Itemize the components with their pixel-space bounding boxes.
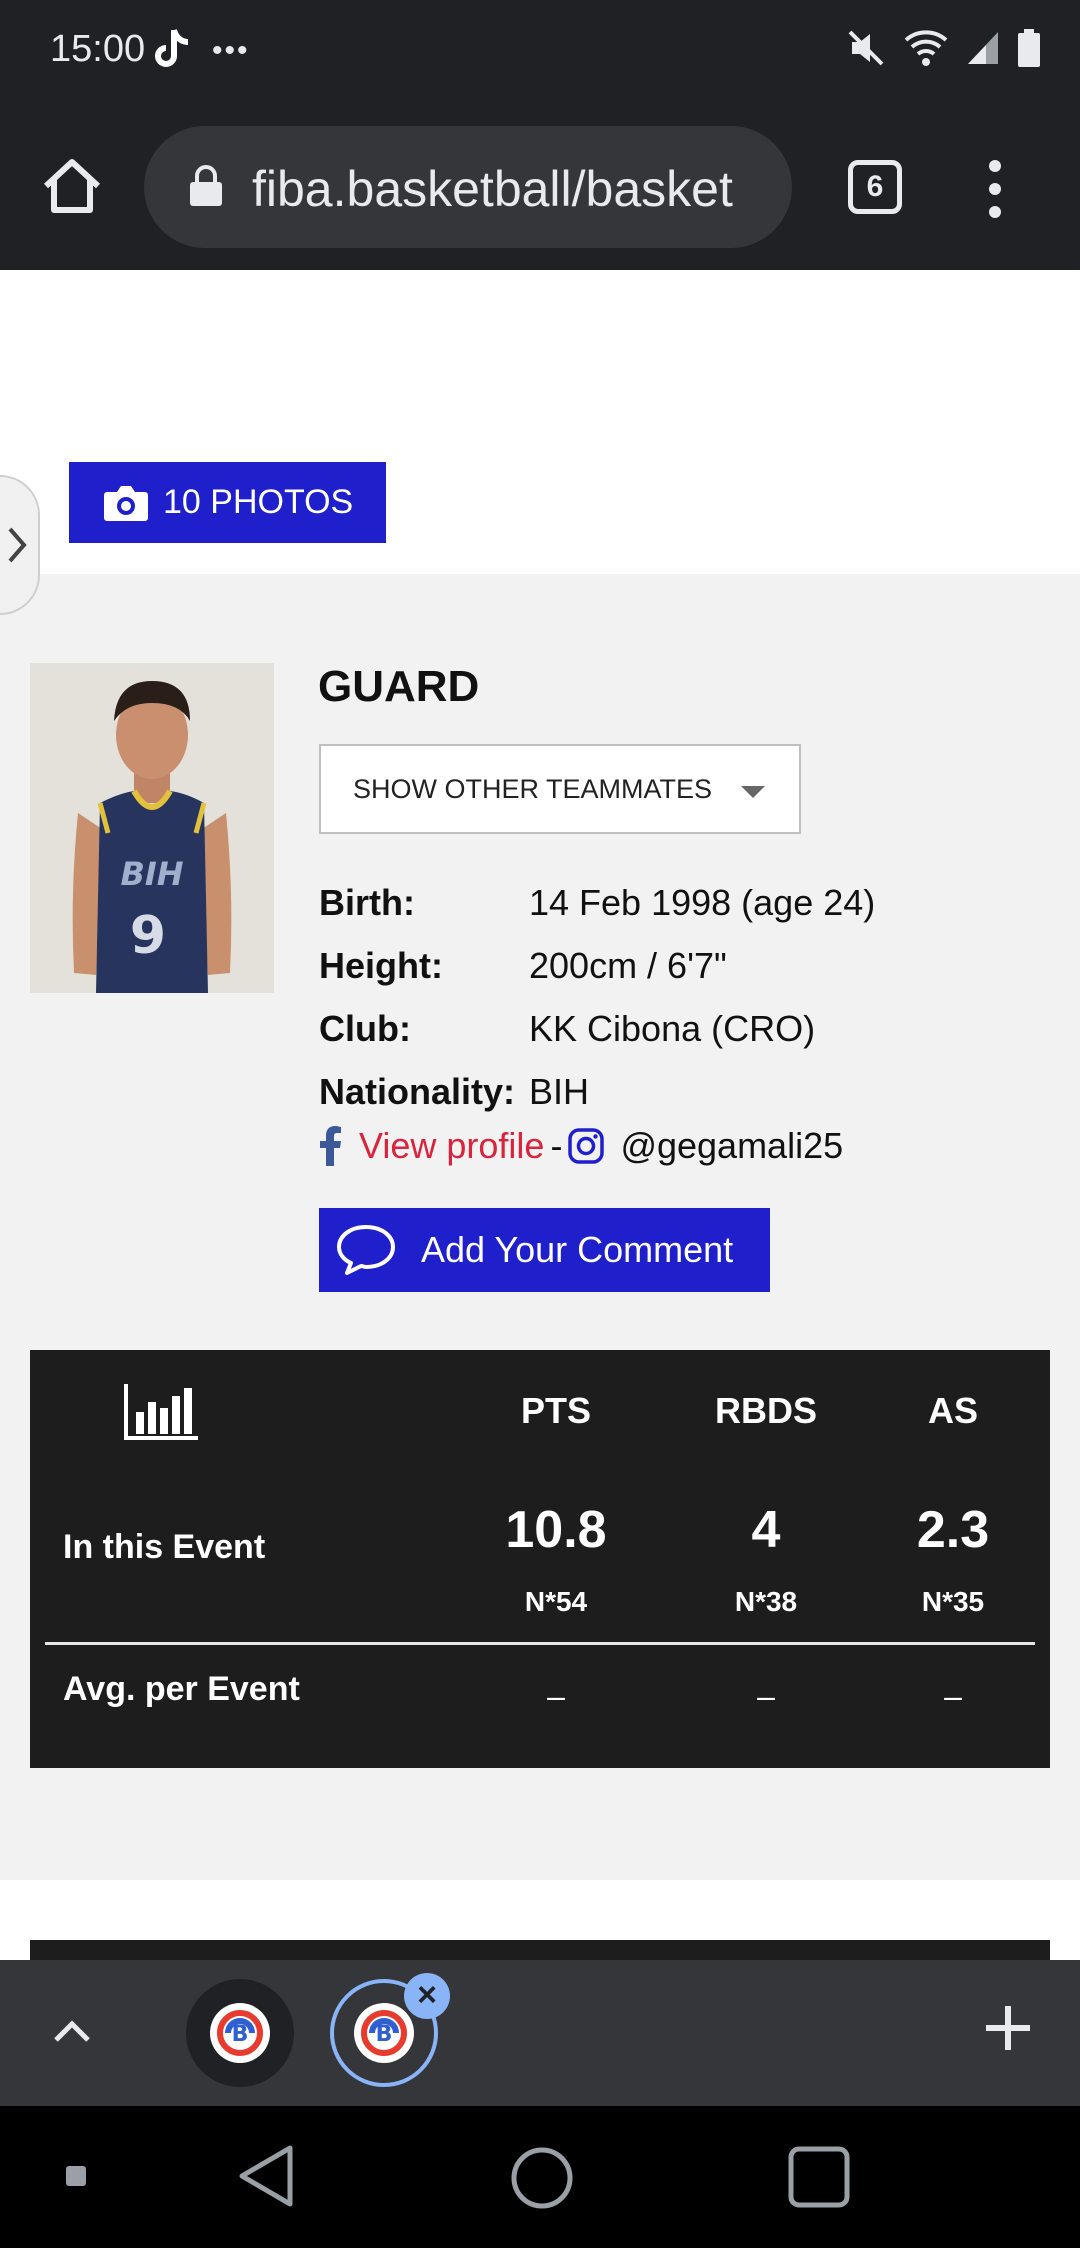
overflow-menu-icon[interactable] (980, 154, 1010, 224)
speech-bubble-icon (337, 1225, 395, 1275)
photos-button[interactable]: 10 PHOTOS (69, 462, 386, 543)
stats-divider (45, 1642, 1035, 1645)
player-profile-section: BIH 9 GUARD SHOW OTHER TEAMMATES Birth: … (0, 574, 1080, 1880)
info-label: Height: (319, 945, 443, 986)
camera-icon (104, 485, 148, 521)
system-navigation-bar (0, 2106, 1080, 2248)
signal-icon (968, 32, 998, 64)
teammates-dropdown[interactable]: SHOW OTHER TEAMMATES (319, 744, 801, 834)
browser-toolbar: fiba.basketball/basket 6 (0, 104, 1080, 270)
tab-thumbnail-1[interactable]: B (186, 1979, 294, 2087)
avg-value-rbds: – (757, 1678, 775, 1714)
back-icon[interactable] (236, 2144, 296, 2208)
new-tab-icon[interactable] (984, 2004, 1032, 2052)
avg-value-pts: – (547, 1678, 565, 1714)
stat-value-rbds: 4 (751, 1501, 781, 1559)
instagram-icon[interactable] (568, 1128, 605, 1164)
stat-value-pts: 10.8 (505, 1501, 607, 1559)
stat-rank-pts: N*54 (524, 1586, 588, 1617)
stats-table: PTS RBDS AS In this Event 10.8 4 2.3 N*5… (30, 1350, 1050, 1768)
info-value: 200cm / 6'7" (529, 945, 727, 986)
home-nav-icon[interactable] (510, 2146, 574, 2210)
avg-value-as: – (944, 1678, 962, 1714)
instagram-handle[interactable]: @gegamali25 (620, 1125, 843, 1167)
tab-group-bar: B B × (0, 1960, 1080, 2106)
wifi-icon (904, 30, 948, 66)
column-header-as: AS (927, 1390, 978, 1431)
svg-text:9: 9 (130, 906, 166, 966)
player-position: GUARD (318, 662, 480, 711)
tab-thumbnail-2-active[interactable]: B × (330, 1973, 450, 2087)
side-panel-handle[interactable] (0, 475, 40, 615)
address-bar[interactable]: fiba.basketball/basket (144, 126, 792, 248)
mute-icon (848, 30, 884, 66)
social-links: View profile - @gegamali25 (319, 1121, 843, 1171)
status-time: 15:00 (50, 28, 146, 70)
home-icon[interactable] (38, 152, 106, 220)
svg-text:B: B (376, 2022, 393, 2047)
fiba-favicon-icon: B (210, 2003, 270, 2063)
info-label: Club: (319, 1008, 411, 1049)
tab-switcher-button[interactable]: 6 (848, 160, 902, 214)
caret-down-icon (741, 786, 765, 798)
info-value: KK Cibona (CRO) (529, 1008, 816, 1049)
bar-chart-icon (124, 1384, 198, 1440)
fiba-favicon-icon: B (354, 2003, 414, 2063)
battery-icon (1018, 29, 1040, 67)
menu-square-icon[interactable] (66, 2166, 86, 2186)
tiktok-icon (155, 29, 189, 67)
page-content: 10 PHOTOS BIH 9 GUARD SHOW OTHER TEAMMAT… (0, 270, 1080, 1960)
stat-value-as: 2.3 (916, 1501, 990, 1559)
stat-rank-as: N*35 (921, 1586, 985, 1617)
more-notifications-icon: ••• (212, 34, 250, 67)
status-bar: 15:00 ••• (0, 0, 1080, 104)
next-section-header (30, 1940, 1050, 1960)
info-value: BIH (529, 1071, 590, 1112)
chevron-up-icon[interactable] (50, 2010, 94, 2054)
row-label-avg-per-event: Avg. per Event (63, 1670, 300, 1708)
photos-label: 10 PHOTOS (163, 483, 354, 521)
social-separator: - (550, 1125, 563, 1166)
column-header-rbds: RBDS (714, 1390, 817, 1431)
add-comment-button[interactable]: Add Your Comment (319, 1208, 770, 1292)
column-header-pts: PTS (520, 1390, 591, 1431)
url-text[interactable]: fiba.basketball/basket (252, 160, 733, 218)
recents-icon[interactable] (788, 2146, 850, 2208)
row-label-in-this-event: In this Event (63, 1528, 266, 1566)
add-comment-label: Add Your Comment (421, 1229, 734, 1270)
teammates-dropdown-label: SHOW OTHER TEAMMATES (353, 773, 713, 804)
lock-icon (190, 165, 222, 206)
player-photo[interactable]: BIH 9 (30, 663, 274, 993)
info-label: Birth: (319, 882, 415, 923)
stat-rank-rbds: N*38 (734, 1586, 798, 1617)
svg-text:B: B (232, 2022, 249, 2047)
chevron-right-icon (8, 527, 27, 563)
info-value: 14 Feb 1998 (age 24) (529, 882, 876, 923)
info-label: Nationality: (319, 1071, 516, 1112)
svg-text:BIH: BIH (120, 855, 183, 893)
player-image: BIH 9 (30, 663, 274, 993)
facebook-icon[interactable] (319, 1126, 341, 1166)
facebook-profile-link[interactable]: View profile (359, 1125, 544, 1167)
close-tab-icon[interactable]: × (404, 1973, 450, 2019)
